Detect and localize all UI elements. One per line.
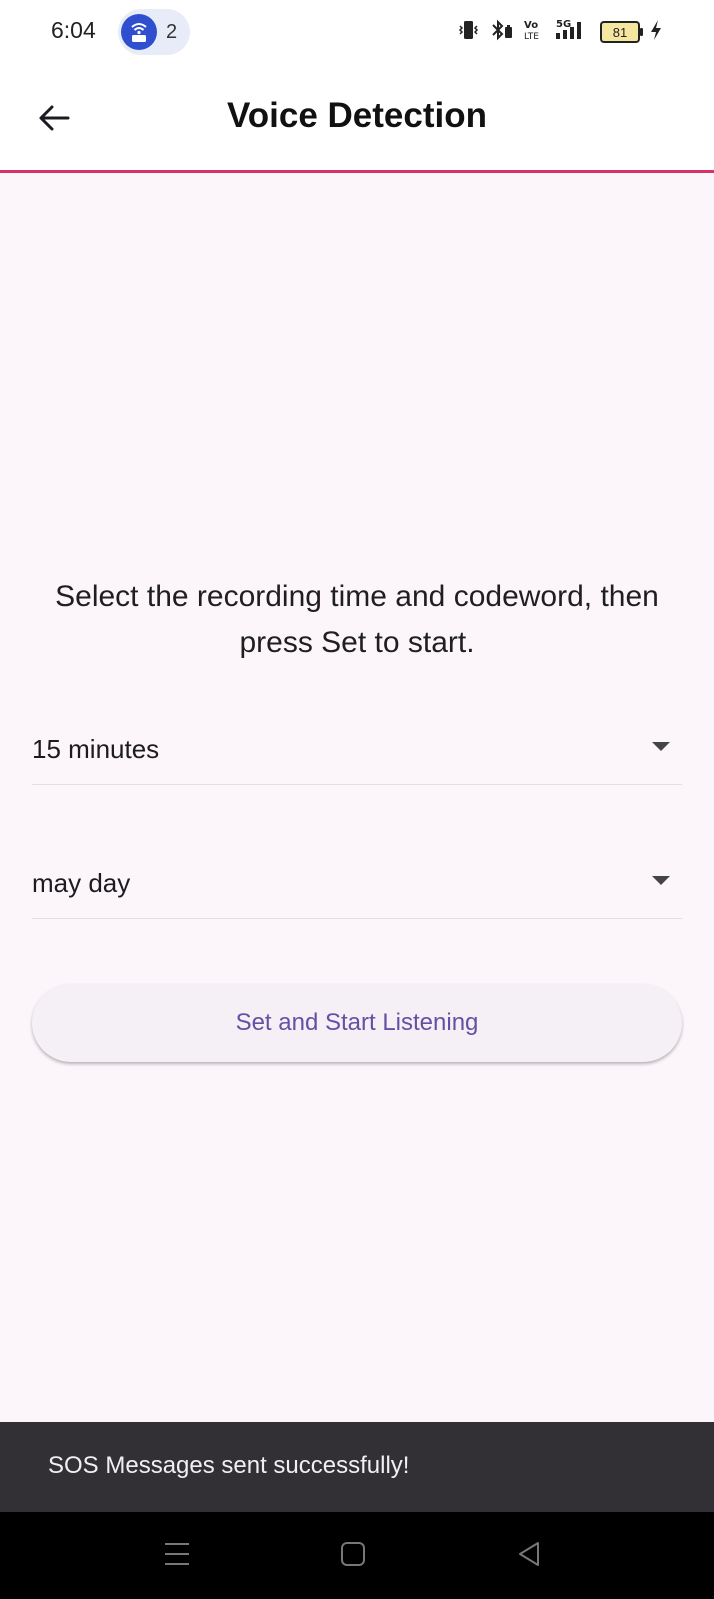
bluetooth-icon — [488, 18, 514, 47]
home-icon[interactable] — [340, 1538, 366, 1575]
hotspot-indicator[interactable]: 2 — [118, 9, 190, 55]
battery-level: 81 — [612, 24, 628, 40]
svg-text:Vo: Vo — [524, 20, 538, 31]
app-bar: Voice Detection — [0, 64, 714, 173]
dropdown-arrow-icon — [652, 876, 670, 885]
svg-text:LTE: LTE — [524, 32, 539, 42]
vibrate-icon — [456, 18, 480, 47]
signal-5g-icon: 5G — [552, 18, 592, 47]
codeword-value: may day — [32, 868, 131, 898]
volte-icon: Vo LTE — [522, 18, 544, 47]
recording-time-value: 15 minutes — [32, 734, 160, 764]
snackbar-message: SOS Messages sent successfully! — [48, 1452, 410, 1479]
status-bar: 6:04 2 Vo LTE 5G 81 — [0, 0, 714, 64]
page-title: Voice Detection — [227, 96, 487, 135]
back-nav-icon[interactable] — [516, 1538, 542, 1575]
status-icons: Vo LTE 5G 81 — [456, 18, 664, 46]
hotspot-icon — [121, 14, 157, 50]
snackbar: SOS Messages sent successfully! — [0, 1422, 714, 1512]
system-nav-bar — [0, 1512, 714, 1599]
battery-icon: 81 — [600, 21, 643, 43]
status-time: 6:04 — [51, 17, 96, 43]
recents-icon[interactable] — [164, 1538, 190, 1575]
recording-time-dropdown[interactable]: 15 minutes — [32, 724, 682, 785]
dropdown-arrow-icon — [652, 742, 670, 751]
svg-text:5G: 5G — [556, 19, 571, 30]
charging-icon — [648, 18, 664, 47]
instructions-text: Select the recording time and codeword, … — [55, 580, 659, 659]
hotspot-count: 2 — [166, 21, 178, 43]
set-start-listening-button[interactable]: Set and Start Listening — [32, 984, 682, 1062]
codeword-dropdown[interactable]: may day — [32, 858, 682, 919]
